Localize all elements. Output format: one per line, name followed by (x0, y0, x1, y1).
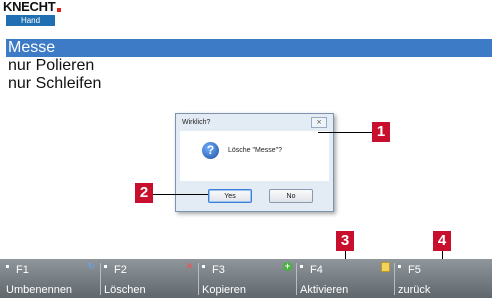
rename-icon: ↻ (87, 261, 96, 271)
callout-3: 3 (336, 231, 354, 251)
fkey-f5[interactable]: F5 zurück (394, 259, 492, 298)
fkey-dot (300, 265, 303, 268)
fkey-name: F1 (16, 264, 29, 276)
logo-dot (57, 8, 61, 12)
fkey-f4[interactable]: F4 Aktivieren (296, 259, 394, 298)
fkey-f2[interactable]: F2 ✕ Löschen (100, 259, 198, 298)
fkey-label: Aktivieren (300, 284, 349, 296)
dialog-title: Wirklich? (182, 119, 211, 126)
fkey-name: F3 (212, 264, 225, 276)
logo-tag: Hand (6, 15, 55, 26)
list-item[interactable]: nur Polieren (6, 57, 492, 75)
list-item[interactable]: Messe (6, 39, 492, 57)
fkey-f3[interactable]: F3 + Kopieren (198, 259, 296, 298)
fkey-f1[interactable]: F1 ↻ Umbenennen (2, 259, 100, 298)
fkey-name: F5 (408, 264, 421, 276)
fkey-label: Löschen (104, 284, 146, 296)
fkey-dot (398, 265, 401, 268)
fkey-name: F4 (310, 264, 323, 276)
dialog-body: ? Lösche "Messe"? (180, 131, 329, 181)
list-item[interactable]: nur Schleifen (6, 75, 492, 93)
function-key-bar: F1 ↻ Umbenennen F2 ✕ Löschen F3 + Kopier… (0, 259, 492, 298)
close-icon[interactable]: ⨯ (311, 117, 327, 128)
no-button[interactable]: No (269, 189, 313, 203)
callout-line-1 (318, 132, 372, 133)
fkey-dot (6, 265, 9, 268)
question-icon: ? (202, 142, 219, 159)
callout-line-2 (153, 194, 208, 195)
yes-button[interactable]: Yes (208, 189, 252, 203)
callout-2: 2 (135, 183, 153, 203)
fkey-dot (104, 265, 107, 268)
copy-icon: + (283, 261, 292, 271)
dialog-message: Lösche "Messe"? (228, 147, 282, 154)
knecht-logo: KNECHT Hand (0, 0, 62, 28)
confirm-dialog: Wirklich? ⨯ ? Lösche "Messe"? Yes No (175, 113, 334, 212)
delete-icon: ✕ (185, 261, 194, 271)
fkey-label: Kopieren (202, 284, 247, 296)
fkey-label: zurück (398, 284, 431, 296)
callout-4: 4 (433, 231, 451, 251)
fkey-name: F2 (114, 264, 127, 276)
fkey-dot (202, 265, 205, 268)
fkey-label: Umbenennen (6, 284, 73, 296)
program-list: Messe nur Polieren nur Schleifen (6, 39, 492, 93)
logo-brand: KNECHT (3, 0, 56, 14)
callout-1: 1 (372, 122, 390, 142)
activate-icon (381, 262, 390, 272)
